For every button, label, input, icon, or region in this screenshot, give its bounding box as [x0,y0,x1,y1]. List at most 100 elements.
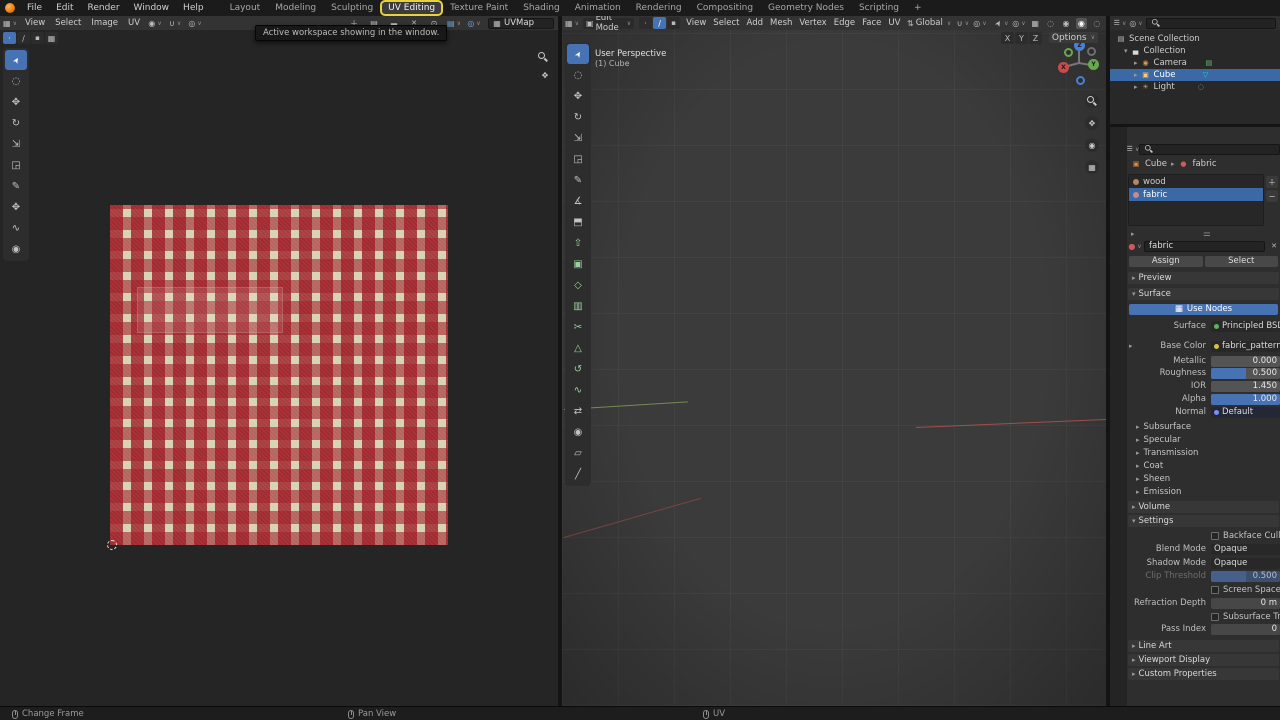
mode-dropdown[interactable]: Edit Mode [583,18,634,29]
outliner-row-collection[interactable]: Collection [1110,45,1280,57]
outliner-filter-icon[interactable] [1130,18,1142,29]
tab-layout[interactable]: Layout [224,2,267,14]
viewport-camera-icon[interactable] [1085,138,1099,152]
uv-tool-select-box[interactable] [5,50,27,70]
tool-scale[interactable] [567,128,589,148]
uv-select-island-button[interactable] [45,32,58,44]
uv-tool-move[interactable] [5,92,27,112]
tool-loop-cut[interactable] [567,296,589,316]
options-dropdown[interactable]: Options [1049,32,1098,43]
xray-icon[interactable] [1030,18,1040,29]
tab-modeling[interactable]: Modeling [269,2,322,14]
pass-index-field[interactable]: 0 [1211,624,1280,635]
outliner-row-camera[interactable]: Camera [1110,57,1280,69]
surface-section-header[interactable]: Surface [1128,288,1279,300]
backface-culling-checkbox[interactable] [1211,532,1219,540]
specular-section[interactable]: Specular [1136,434,1276,445]
preview-section-header[interactable]: Preview [1128,272,1279,284]
menu-render[interactable]: Render [86,2,122,14]
image-browse-icon[interactable] [448,18,460,29]
tool-annotate[interactable] [567,170,589,190]
menu-edit[interactable]: Edit [54,2,75,14]
viewport-canvas[interactable]: X Y Z Options User Perspective (1) Cube [562,30,1106,706]
vp-menu-select[interactable]: Select [712,18,740,28]
blend-mode-dropdown[interactable]: Opaque [1211,544,1280,555]
outliner-properties-splitter[interactable] [1110,124,1280,127]
tool-select-box[interactable] [567,44,589,64]
ssr-checkbox[interactable] [1211,586,1219,594]
add-slot-button[interactable]: ＋ [1266,176,1278,188]
breadcrumb-object[interactable]: Cube [1145,159,1167,169]
shadow-mode-dropdown[interactable]: Opaque [1211,558,1280,569]
uv-tool-transform[interactable] [5,155,27,175]
viewport-sidebar-splitter[interactable] [1106,16,1110,706]
uv-tool-select-circle[interactable] [5,71,27,91]
light-visibility-icon[interactable] [1196,83,1206,91]
snapping-icon[interactable] [169,18,181,29]
tool-add-cube[interactable] [567,212,589,232]
tool-smooth[interactable] [567,380,589,400]
slot-wood[interactable]: wood [1129,175,1263,188]
base-color-dropdown[interactable]: fabric_pattern_07_col... [1211,341,1280,352]
editor-type-uv-icon[interactable] [4,18,16,29]
properties-search-input[interactable] [1139,144,1280,155]
vp-menu-mesh[interactable]: Mesh [769,18,793,28]
mirror-x-button[interactable]: X [1001,32,1014,44]
select-button[interactable]: Select [1205,256,1279,267]
vp-menu-vertex[interactable]: Vertex [798,18,827,28]
alpha-slider[interactable]: 1.000 [1211,394,1280,405]
tool-extrude-region[interactable] [567,233,589,253]
tool-inset-faces[interactable] [567,254,589,274]
tool-transform[interactable] [567,149,589,169]
tool-shrink-fatten[interactable] [567,422,589,442]
uv-pan-icon[interactable] [538,68,552,82]
vp-menu-uv[interactable]: UV [887,18,901,28]
outliner-row-scene-collection[interactable]: Scene Collection [1110,33,1280,45]
shading-solid-icon[interactable] [1061,18,1071,29]
tool-shear[interactable] [567,443,589,463]
viewport-display-section-header[interactable]: Viewport Display [1128,654,1279,666]
uv-menu-select[interactable]: Select [54,18,82,28]
gizmo-x-neg-ball[interactable] [1087,47,1096,56]
tool-rotate[interactable] [567,107,589,127]
orientation-dropdown[interactable]: Global [906,18,952,29]
pivot-point-icon[interactable] [149,18,161,29]
proportional-icon[interactable] [974,18,986,29]
settings-section-header[interactable]: Settings [1128,515,1279,527]
uv-tool-annotate[interactable] [5,176,27,196]
tool-measure[interactable] [567,191,589,211]
gizmo-y-neg-ball[interactable] [1064,48,1073,57]
menu-window[interactable]: Window [132,2,172,14]
uv-select-edge-button[interactable] [17,32,30,44]
list-resize-grip[interactable]: ⚌ [1203,229,1212,239]
menu-file[interactable]: File [25,2,44,14]
expand-icon[interactable] [1134,58,1138,68]
uv-menu-uv[interactable]: UV [127,18,141,28]
shading-wireframe-icon[interactable] [1045,18,1055,29]
emission-section[interactable]: Emission [1136,486,1276,497]
cube-data-icon[interactable] [1200,71,1210,79]
assign-button[interactable]: Assign [1129,256,1203,267]
volume-section-header[interactable]: Volume [1128,501,1279,513]
line-art-section-header[interactable]: Line Art [1128,640,1279,652]
gizmos-icon[interactable] [996,18,1008,29]
tab-scripting[interactable]: Scripting [853,2,905,14]
tool-edge-slide[interactable] [567,401,589,421]
uv-menu-view[interactable]: View [24,18,46,28]
properties-filter-icon[interactable] [1127,144,1139,155]
shading-material-icon[interactable] [1076,18,1086,29]
vp-menu-face[interactable]: Face [861,18,882,28]
material-name-field[interactable]: fabric [1144,241,1265,252]
uv-select-face-button[interactable] [31,32,44,44]
tab-shading[interactable]: Shading [517,2,566,14]
navigation-gizmo[interactable]: Z X Y [1056,40,1102,86]
expand-icon[interactable] [1124,46,1128,56]
outliner-row-light[interactable]: ☀ Light [1110,81,1280,93]
uv-2d-cursor[interactable] [107,540,117,550]
transmission-section[interactable]: Transmission [1136,447,1276,458]
tool-cursor[interactable] [567,65,589,85]
uv-tool-grab-brush[interactable] [5,197,27,217]
menu-help[interactable]: Help [181,2,206,14]
subsurface-section[interactable]: Subsurface [1136,421,1276,432]
metallic-slider[interactable]: 0.000 [1211,356,1280,367]
